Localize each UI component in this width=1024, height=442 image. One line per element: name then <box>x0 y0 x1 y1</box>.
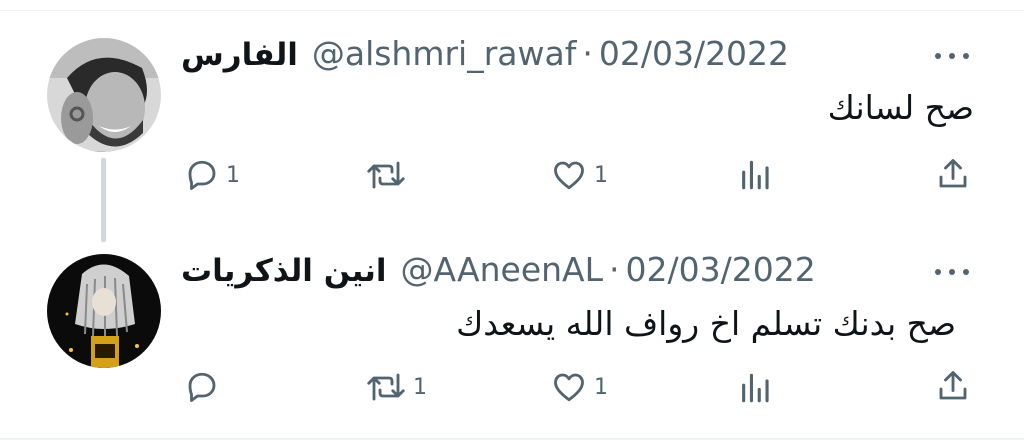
avatar-illustration <box>47 254 161 368</box>
tweet-header: انين الذكريات @AAneenAL · 02/03/2022 <box>181 250 816 294</box>
retweet-count: 1 <box>413 374 427 400</box>
views-button[interactable] <box>738 371 772 405</box>
reply-icon <box>188 372 216 402</box>
like-button[interactable]: 1 <box>550 369 608 405</box>
more-icon[interactable] <box>935 262 969 282</box>
like-icon <box>554 373 584 402</box>
share-button[interactable] <box>935 368 971 404</box>
avatar[interactable] <box>47 254 161 368</box>
handle[interactable]: @AAneenAL <box>401 250 603 289</box>
bottom-divider <box>0 438 1024 440</box>
display-name[interactable]: انين الذكريات <box>181 253 387 289</box>
tweet-text: صح بدنك تسلم اخ رواف الله يسعدك <box>456 304 956 343</box>
tweet-date[interactable]: 02/03/2022 <box>626 250 816 289</box>
reply-button[interactable] <box>184 369 226 405</box>
views-icon <box>742 373 769 403</box>
share-icon <box>939 371 967 400</box>
separator: · <box>609 250 620 289</box>
retweet-button[interactable]: 1 <box>365 369 427 405</box>
tweet-2[interactable]: انين الذكريات @AAneenAL · 02/03/2022 صح … <box>0 0 1024 442</box>
like-count: 1 <box>594 374 608 400</box>
retweet-icon <box>367 373 405 401</box>
